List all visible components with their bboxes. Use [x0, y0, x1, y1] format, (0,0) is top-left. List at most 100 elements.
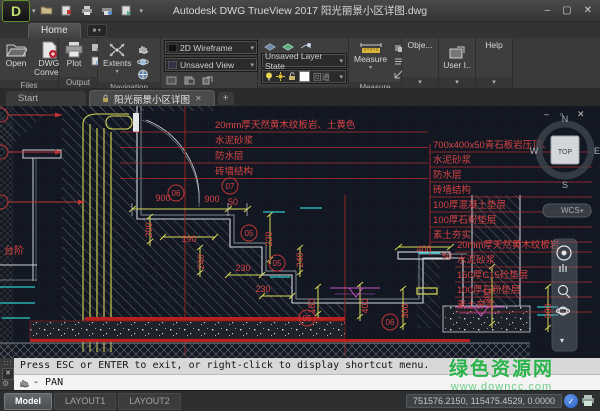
callout-number: 06 [386, 318, 395, 327]
orbit-icon[interactable] [136, 55, 150, 67]
minimize-button[interactable]: – [545, 5, 551, 16]
viewcube-west[interactable]: W [530, 146, 539, 156]
wcs-dropdown[interactable]: WCS ▾ [543, 204, 591, 217]
layer-state-dropdown[interactable]: Unsaved Layer State▾ [261, 53, 347, 68]
coordinates-readout: 751576.2150, 115475.4529, 0.0000 [406, 394, 562, 408]
drawing-viewport[interactable]: 20mm厚天然黄木纹板岩、土黄色水泥砂浆防水层砖墙结构 700x400x50青石… [0, 106, 600, 358]
command-drag-grip[interactable] [3, 360, 11, 366]
ribbon: Open DWG Convert Files Plot Output [0, 38, 600, 88]
pan-icon[interactable] [136, 42, 150, 54]
zoom-extents-button[interactable]: Extents▾ [101, 40, 133, 78]
drawing-canvas[interactable]: 20mm厚天然黄木纹板岩、土黄色水泥砂浆防水层砖墙结构 700x400x50青石… [0, 106, 600, 358]
layer-dropdown[interactable]: 回道 ▾ [261, 69, 347, 84]
maximize-button[interactable]: ▢ [562, 5, 571, 16]
panel-measure: Measure▾ Measure [349, 38, 402, 88]
document-tab-bar: Start 阳光丽景小区详图 ✕ + [0, 88, 600, 106]
callout-number: 07 [226, 182, 235, 191]
tab-layout1[interactable]: LAYOUT1 [54, 393, 116, 410]
application-menu-caret-icon[interactable]: ▾ [32, 7, 36, 15]
visual-style-icon [168, 44, 177, 52]
command-gutter: ✕ ⚙ [0, 358, 14, 390]
close-button[interactable]: ✕ [584, 5, 592, 16]
new-tab-button[interactable]: + [218, 92, 234, 105]
dimension-value: 300 [482, 288, 492, 303]
command-line-area: ✕ ⚙ Press ESC or ENTER to exit, or right… [0, 358, 600, 390]
viewcube-east[interactable]: E [594, 146, 600, 156]
viewport-config-icon[interactable] [164, 74, 178, 86]
open-icon[interactable] [40, 5, 54, 17]
panel-label-output[interactable]: Output [59, 77, 97, 88]
annotation-monitor-icon[interactable]: ✓ [564, 394, 578, 408]
ribbon-options-icon[interactable]: ■ ▾ [87, 24, 107, 37]
panel-view: 2D Wireframe▾ Unsaved View▾ View [161, 38, 258, 88]
command-history-line: Press ESC or ENTER to exit, or right-cli… [14, 358, 600, 375]
dwg-convert-icon[interactable] [60, 5, 74, 17]
command-input-line[interactable]: - PAN [14, 375, 600, 391]
plot-button[interactable]: Plot [62, 40, 86, 69]
panel-label-measure[interactable]: Measure [349, 82, 401, 88]
dimension-value: 200 [144, 222, 154, 237]
view-manager-icon[interactable] [200, 74, 214, 86]
panel-help-title[interactable]: Help [485, 40, 502, 50]
quick-access-toolbar: ▾ [40, 5, 144, 17]
status-bar: Model LAYOUT1 LAYOUT2 751576.2150, 11547… [0, 390, 600, 411]
drawing-minimize-icon[interactable]: – [544, 109, 549, 119]
cad-annotation: 水泥砂浆 [433, 154, 472, 166]
ruler-icon [359, 41, 383, 55]
dimension-value: 900 [204, 194, 219, 204]
open-button[interactable]: Open [3, 40, 29, 69]
tab-layout2[interactable]: LAYOUT2 [118, 393, 180, 410]
cad-annotation: 砖墙结构 [433, 184, 471, 196]
cad-annotation: 防水层 [433, 169, 462, 181]
tab-start[interactable]: Start [6, 91, 86, 106]
panel-help-expand-icon[interactable]: ▾ [476, 77, 512, 88]
qat-dropdown-icon[interactable]: ▾ [140, 7, 144, 15]
navigation-bar[interactable]: ▾ [552, 239, 577, 351]
callout-number: 05 [273, 259, 282, 268]
steps-label: 台阶 [4, 244, 24, 257]
visual-style-dropdown[interactable]: 2D Wireframe▾ [164, 40, 258, 55]
viewcube-top-face[interactable]: TOP [558, 149, 573, 156]
wcs-caret-icon: ▾ [580, 208, 584, 215]
viewcube-south[interactable]: S [562, 180, 568, 190]
viewcube-north[interactable]: N [562, 114, 569, 124]
panel-objects-title[interactable]: Obje... [407, 40, 432, 50]
tab-model[interactable]: Model [4, 393, 52, 410]
dimension-value: 240 [196, 254, 206, 269]
tab-close-icon[interactable]: ✕ [195, 94, 202, 103]
readonly-lock-icon [102, 94, 109, 103]
cad-annotation: 700x400x50青石板岩压顶、烧面 [433, 139, 570, 151]
callout-number: 05 [303, 314, 312, 323]
panel-layers: Unsaved Layer State▾ 回道 ▾ Layers [258, 38, 349, 88]
command-customize-icon[interactable]: ⚙ [2, 379, 9, 388]
user-interface-icon [448, 46, 466, 59]
steering-wheel-icon[interactable] [136, 68, 150, 80]
plot-status-icon[interactable] [580, 394, 596, 408]
panel-label-layers[interactable]: Layers [258, 86, 348, 88]
panel-user-interface-expand-icon[interactable]: ▾ [439, 77, 475, 88]
layer-thaw-sun-icon [276, 72, 285, 81]
application-menu-button[interactable]: D [2, 0, 30, 22]
panel-user-interface-title[interactable]: User I.. [443, 60, 470, 70]
layer-color-swatch [299, 71, 310, 82]
view-state-dropdown[interactable]: Unsaved View▾ [164, 57, 258, 72]
panel-label-navigation[interactable]: Navigation [98, 82, 160, 88]
tab-home[interactable]: Home [28, 23, 81, 38]
measure-button[interactable]: Measure▾ [352, 40, 389, 74]
callout-number: 06 [172, 189, 181, 198]
panel-objects-expand-icon[interactable]: ▾ [402, 77, 438, 88]
drawing-close-icon[interactable]: ✕ [577, 109, 585, 119]
cad-annotation: 20mm厚天然黄木纹板岩 [457, 239, 559, 251]
publish-icon[interactable] [120, 5, 134, 17]
batch-plot-icon[interactable] [100, 5, 114, 17]
dimension-value: 400 [360, 298, 370, 313]
dimension-value: 190 [181, 234, 196, 244]
panel-label-files[interactable]: Files [0, 80, 58, 88]
named-views-icon[interactable] [182, 74, 196, 86]
dimension-value: 400 [416, 244, 431, 254]
print-icon[interactable] [80, 5, 94, 17]
zoom-extents-icon [106, 41, 128, 59]
navbar-more-icon[interactable]: ▾ [560, 336, 564, 345]
cad-annotation: 20mm厚天然黄木纹板岩、土黄色 [215, 119, 356, 131]
tab-drawing[interactable]: 阳光丽景小区详图 ✕ [89, 90, 215, 106]
